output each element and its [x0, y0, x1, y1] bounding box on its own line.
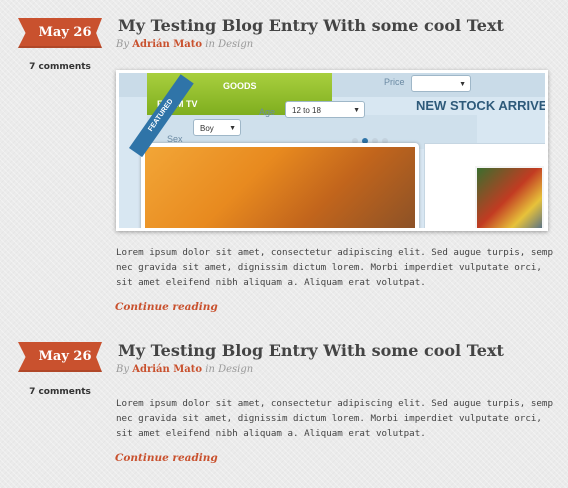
excerpt-line: sit amet eleifend nibh aliquam a. Aliqua… [116, 428, 426, 439]
continue-reading-link[interactable]: Continue reading [115, 452, 218, 464]
meta-by: By [116, 364, 129, 375]
meta-in: in [205, 364, 215, 375]
comments-link[interactable]: 7 comments [0, 387, 120, 397]
excerpt-line: Lorem ipsum dolor sit amet, consectetur … [116, 398, 553, 409]
category-link[interactable]: Design [218, 364, 253, 375]
post-title[interactable]: My Testing Blog Entry With some cool Tex… [118, 341, 504, 360]
author-link[interactable]: Adrián Mato [132, 364, 202, 375]
post-meta: By Adrián Mato in Design [116, 364, 253, 375]
date-ribbon: May 26 [18, 342, 102, 372]
blog-post: May 26 7 comments My Testing Blog Entry … [0, 0, 568, 488]
excerpt-line: nec gravida sit amet, dignissim dictum l… [116, 413, 542, 424]
post-excerpt: Lorem ipsum dolor sit amet, consectetur … [116, 396, 556, 441]
